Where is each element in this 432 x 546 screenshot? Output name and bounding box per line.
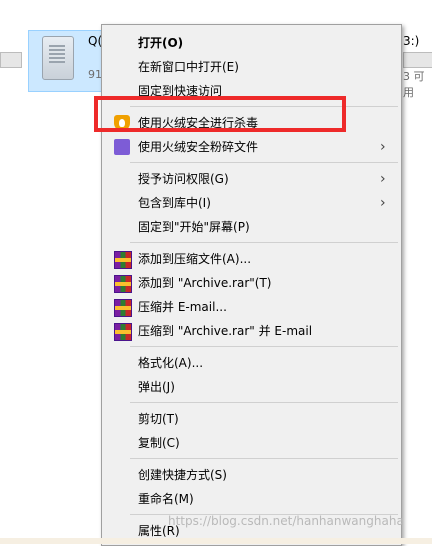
menu-item-compress-and-email[interactable]: 压缩并 E-mail... xyxy=(102,295,401,319)
menu-separator xyxy=(130,162,398,163)
chevron-right-icon: › xyxy=(380,139,386,155)
menu-item-pin-to-start[interactable]: 固定到"开始"屏幕(P) xyxy=(102,215,401,239)
menu-item-label: 添加到 "Archive.rar"(T) xyxy=(138,276,272,290)
menu-item-label: 固定到"开始"屏幕(P) xyxy=(138,220,250,234)
other-drive-usage-bar xyxy=(403,52,432,68)
menu-item-label: 弹出(J) xyxy=(138,380,175,394)
huorong-shred-icon xyxy=(114,139,130,155)
winrar-icon xyxy=(114,299,132,317)
menu-item-add-to-archive[interactable]: 添加到压缩文件(A)... xyxy=(102,247,401,271)
winrar-icon xyxy=(114,275,132,293)
menu-item-label: 打开(O) xyxy=(138,36,184,50)
menu-item-format[interactable]: 格式化(A)... xyxy=(102,351,401,375)
menu-item-compress-to-rar-and-email[interactable]: 压缩到 "Archive.rar" 并 E-mail xyxy=(102,319,401,343)
other-drive-free-space: 3 可用 xyxy=(403,70,425,99)
watermark-url: https://blog.csdn.net/hanhanwanghaha xyxy=(168,514,404,528)
menu-item-label: 格式化(A)... xyxy=(138,356,204,370)
drive-free-space: 91 xyxy=(88,68,102,81)
menu-item-label: 使用火绒安全粉碎文件 xyxy=(138,140,259,154)
menu-item-open[interactable]: 打开(O) xyxy=(102,31,401,55)
menu-item-label: 创建快捷方式(S) xyxy=(138,468,227,482)
winrar-icon xyxy=(114,251,132,269)
menu-item-cut[interactable]: 剪切(T) xyxy=(102,407,401,431)
menu-item-label: 添加到压缩文件(A)... xyxy=(138,252,252,266)
menu-item-copy[interactable]: 复制(C) xyxy=(102,431,401,455)
menu-item-include-in-library[interactable]: 包含到库中(I) › xyxy=(102,191,401,215)
menu-item-label: 剪切(T) xyxy=(138,412,179,426)
menu-item-eject[interactable]: 弹出(J) xyxy=(102,375,401,399)
menu-item-grant-access[interactable]: 授予访问权限(G) › xyxy=(102,167,401,191)
menu-item-rename[interactable]: 重命名(M) xyxy=(102,487,401,511)
other-drive-name: 3:) xyxy=(403,34,420,48)
menu-separator xyxy=(130,402,398,403)
menu-separator xyxy=(130,458,398,459)
drive-usage-bar xyxy=(0,52,22,68)
menu-item-label: 重命名(M) xyxy=(138,492,194,506)
chevron-right-icon: › xyxy=(380,195,386,211)
menu-item-label: 压缩并 E-mail... xyxy=(138,300,227,314)
menu-item-create-shortcut[interactable]: 创建快捷方式(S) xyxy=(102,463,401,487)
menu-item-add-to-archive-rar[interactable]: 添加到 "Archive.rar"(T) xyxy=(102,271,401,295)
menu-item-label: 授予访问权限(G) xyxy=(138,172,229,186)
menu-item-label: 压缩到 "Archive.rar" 并 E-mail xyxy=(138,324,313,338)
menu-item-label: 在新窗口中打开(E) xyxy=(138,60,239,74)
menu-item-label: 包含到库中(I) xyxy=(138,196,211,210)
menu-item-label: 复制(C) xyxy=(138,436,180,450)
annotation-highlight-box xyxy=(94,96,346,132)
chevron-right-icon: › xyxy=(380,171,386,187)
bottom-strip xyxy=(0,538,432,544)
winrar-icon xyxy=(114,323,132,341)
menu-separator xyxy=(130,242,398,243)
menu-separator xyxy=(130,346,398,347)
menu-item-open-new-window[interactable]: 在新窗口中打开(E) xyxy=(102,55,401,79)
menu-item-huorong-shred[interactable]: 使用火绒安全粉碎文件 › xyxy=(102,135,401,159)
drive-icon xyxy=(42,36,74,80)
